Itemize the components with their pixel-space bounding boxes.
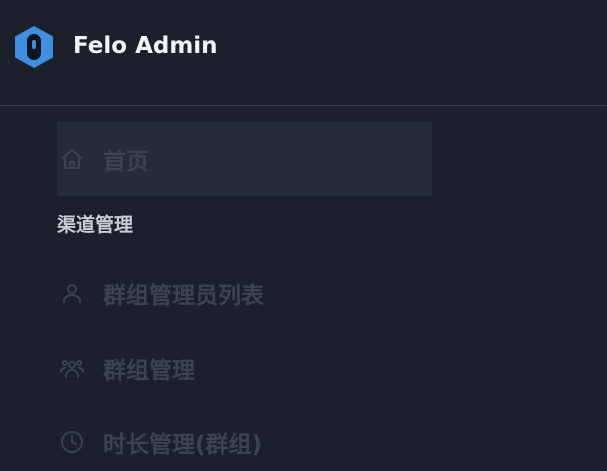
sidebar-header: Felo Admin xyxy=(0,0,607,106)
section-title-channel-management: 渠道管理 xyxy=(57,214,134,236)
sidebar: Felo Admin 首页 渠道管理 群组管理员列表 群组管理 时长管理(群组) xyxy=(0,0,607,471)
felo-logo-icon[interactable] xyxy=(11,24,57,70)
nav-item-home-label: 首页 xyxy=(103,149,149,175)
nav-item-home[interactable]: 首页 xyxy=(57,122,432,196)
nav-item-group-admin-list-label: 群组管理员列表 xyxy=(103,283,264,309)
nav-item-group-management[interactable]: 群组管理 xyxy=(57,331,432,405)
home-icon xyxy=(59,146,85,172)
users-icon xyxy=(59,355,85,381)
nav-item-duration-management[interactable]: 时长管理(群组) xyxy=(57,405,432,471)
app-title: Felo Admin xyxy=(73,33,218,59)
nav-item-duration-management-label: 时长管理(群组) xyxy=(103,432,263,458)
clock-icon xyxy=(59,429,85,455)
user-icon xyxy=(59,280,85,306)
nav-item-group-management-label: 群组管理 xyxy=(103,358,195,384)
nav-item-group-admin-list[interactable]: 群组管理员列表 xyxy=(57,256,432,330)
